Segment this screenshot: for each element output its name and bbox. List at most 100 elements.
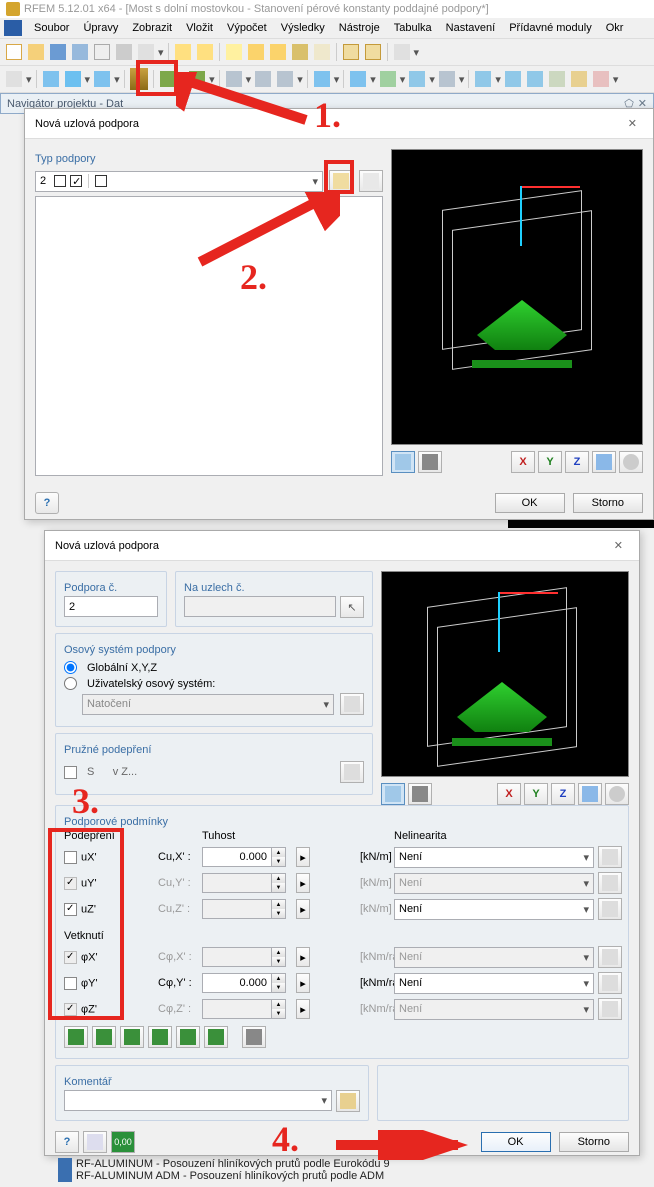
- dlg1-library-icon[interactable]: [329, 170, 353, 192]
- dlg2-view-y-icon[interactable]: Y: [524, 783, 548, 805]
- dlg2-CphiY-input[interactable]: [202, 973, 272, 993]
- tb2-f-icon[interactable]: [378, 69, 398, 89]
- dlg1-view-iso-icon[interactable]: [391, 451, 415, 473]
- dlg2-axis-global-row[interactable]: Globální X,Y,Z: [64, 661, 364, 674]
- dlg2-uX-nonlin[interactable]: Není▾: [394, 847, 594, 868]
- dlg1-edit-icon[interactable]: [359, 170, 383, 192]
- menu-upravy[interactable]: Úpravy: [77, 20, 124, 36]
- dlg2-preset3-icon[interactable]: [120, 1026, 144, 1048]
- dlg2-view-zoom-icon[interactable]: [605, 783, 629, 805]
- dlg2-CphiY-picker-icon[interactable]: ▸: [296, 973, 310, 993]
- tb2-line-icon[interactable]: [63, 69, 83, 89]
- tb-save-icon[interactable]: [48, 42, 68, 62]
- tb-new-icon[interactable]: [4, 42, 24, 62]
- dlg1-view-x-icon[interactable]: X: [511, 451, 535, 473]
- tb2-m-icon[interactable]: [569, 69, 589, 89]
- menu-soubor[interactable]: Soubor: [28, 20, 75, 36]
- dlg1-view-y-icon[interactable]: Y: [538, 451, 562, 473]
- tb2-j-icon[interactable]: [503, 69, 523, 89]
- tb2-h-icon[interactable]: [437, 69, 457, 89]
- tb-redo-icon[interactable]: [195, 42, 215, 62]
- dlg2-spring-check[interactable]: [64, 766, 77, 779]
- menu-nastaveni[interactable]: Nastavení: [440, 20, 502, 36]
- dlg2-uZ-nonlin[interactable]: Není▾: [394, 899, 594, 920]
- tb2-c-icon[interactable]: [275, 69, 295, 89]
- dlg2-uZ-nonlin-edit-icon[interactable]: [598, 898, 622, 920]
- tb-table2-icon[interactable]: [363, 42, 383, 62]
- dlg2-help-icon[interactable]: ?: [55, 1131, 79, 1153]
- dlg2-view-3d-icon[interactable]: [578, 783, 602, 805]
- tb2-a-icon[interactable]: [224, 69, 244, 89]
- dlg1-view-3d-icon[interactable]: [592, 451, 616, 473]
- tb-print-icon[interactable]: [114, 42, 134, 62]
- tb2-d-icon[interactable]: [312, 69, 332, 89]
- tb2-grid-icon[interactable]: [4, 69, 24, 89]
- tb-select-icon[interactable]: [290, 42, 310, 62]
- dlg1-list-area[interactable]: [35, 196, 383, 476]
- tb-undo-icon[interactable]: [173, 42, 193, 62]
- dlg2-close-icon[interactable]: ✕: [608, 537, 629, 554]
- dlg2-view-iso-icon[interactable]: [381, 783, 405, 805]
- tb2-load2-icon[interactable]: [187, 69, 207, 89]
- tb2-g-icon[interactable]: [407, 69, 427, 89]
- tb-zoomall-icon[interactable]: [268, 42, 288, 62]
- tb2-support-icon[interactable]: [129, 69, 149, 89]
- dlg2-onnodes-input[interactable]: [184, 596, 336, 617]
- dlg1-view-flat-icon[interactable]: [418, 451, 442, 473]
- dlg2-view-x-icon[interactable]: X: [497, 783, 521, 805]
- dlg1-cancel-button[interactable]: Storno: [573, 493, 643, 513]
- dlg2-axis-user-radio[interactable]: [64, 677, 77, 690]
- dlg2-view-flat-icon[interactable]: [408, 783, 432, 805]
- dlg1-type-select[interactable]: 2 ✓ ▾: [35, 171, 323, 192]
- tb-preview-icon[interactable]: [136, 42, 156, 62]
- menu-vypocet[interactable]: Výpočet: [221, 20, 273, 36]
- menu-zobrazit[interactable]: Zobrazit: [126, 20, 178, 36]
- dlg1-ok-button[interactable]: OK: [495, 493, 565, 513]
- dlg2-phiY-nonlin[interactable]: Není▾: [394, 973, 594, 994]
- dlg1-close-icon[interactable]: ✕: [622, 115, 643, 132]
- dlg2-cancel-button[interactable]: Storno: [559, 1132, 629, 1152]
- tb-ray-icon[interactable]: [224, 42, 244, 62]
- tb-open-icon[interactable]: [26, 42, 46, 62]
- dlg2-axis-global-radio[interactable]: [64, 661, 77, 674]
- menu-vysledky[interactable]: Výsledky: [275, 20, 331, 36]
- tb2-k-icon[interactable]: [525, 69, 545, 89]
- dlg2-comment-input[interactable]: ▾: [64, 1090, 332, 1111]
- dlg2-preset2-icon[interactable]: [92, 1026, 116, 1048]
- tb-doc-icon[interactable]: [92, 42, 112, 62]
- dlg2-units-icon[interactable]: 0,00: [111, 1131, 135, 1153]
- dlg2-axis-user-row[interactable]: Uživatelský osový systém:: [64, 677, 364, 690]
- tb-clip-icon[interactable]: [312, 42, 332, 62]
- menu-nastroje[interactable]: Nástroje: [333, 20, 386, 36]
- tb-dd-icon[interactable]: [392, 42, 412, 62]
- dlg2-preset4-icon[interactable]: [148, 1026, 172, 1048]
- dlg2-uZ-check[interactable]: [64, 903, 77, 916]
- dlg2-axis-edit-icon[interactable]: [340, 693, 364, 715]
- menu-okno[interactable]: Okr: [600, 20, 630, 36]
- tb2-b-icon[interactable]: [253, 69, 273, 89]
- dlg2-uX-nonlin-edit-icon[interactable]: [598, 846, 622, 868]
- tb2-i-icon[interactable]: [473, 69, 493, 89]
- menu-tabulka[interactable]: Tabulka: [388, 20, 438, 36]
- dlg2-CuX-input[interactable]: [202, 847, 272, 867]
- dlg2-CuX-picker-icon[interactable]: ▸: [296, 847, 310, 867]
- tb2-node-icon[interactable]: [41, 69, 61, 89]
- dlg2-spring-edit-icon[interactable]: [340, 761, 364, 783]
- tb-zoom-icon[interactable]: [246, 42, 266, 62]
- dlg2-preset1-icon[interactable]: [64, 1026, 88, 1048]
- dlg2-phiY-check[interactable]: [64, 977, 77, 990]
- tree-row-1[interactable]: RF-ALUMINUM - Posouzení hliníkových prut…: [76, 1158, 390, 1170]
- tb2-member-icon[interactable]: [92, 69, 112, 89]
- tb2-load1-icon[interactable]: [158, 69, 178, 89]
- dlg1-view-zoom-icon[interactable]: [619, 451, 643, 473]
- dlg2-edit2-icon[interactable]: [83, 1131, 107, 1153]
- tb-saveas-icon[interactable]: [70, 42, 90, 62]
- dlg2-view-z-icon[interactable]: Z: [551, 783, 575, 805]
- menu-pridavne[interactable]: Přídavné moduly: [503, 20, 598, 36]
- dlg2-ok-button[interactable]: OK: [481, 1132, 551, 1152]
- dlg2-preset7-icon[interactable]: [242, 1026, 266, 1048]
- dlg2-preset6-icon[interactable]: [204, 1026, 228, 1048]
- tb2-l-icon[interactable]: [547, 69, 567, 89]
- dlg1-help-icon[interactable]: ?: [35, 492, 59, 514]
- menu-vlozit[interactable]: Vložit: [180, 20, 219, 36]
